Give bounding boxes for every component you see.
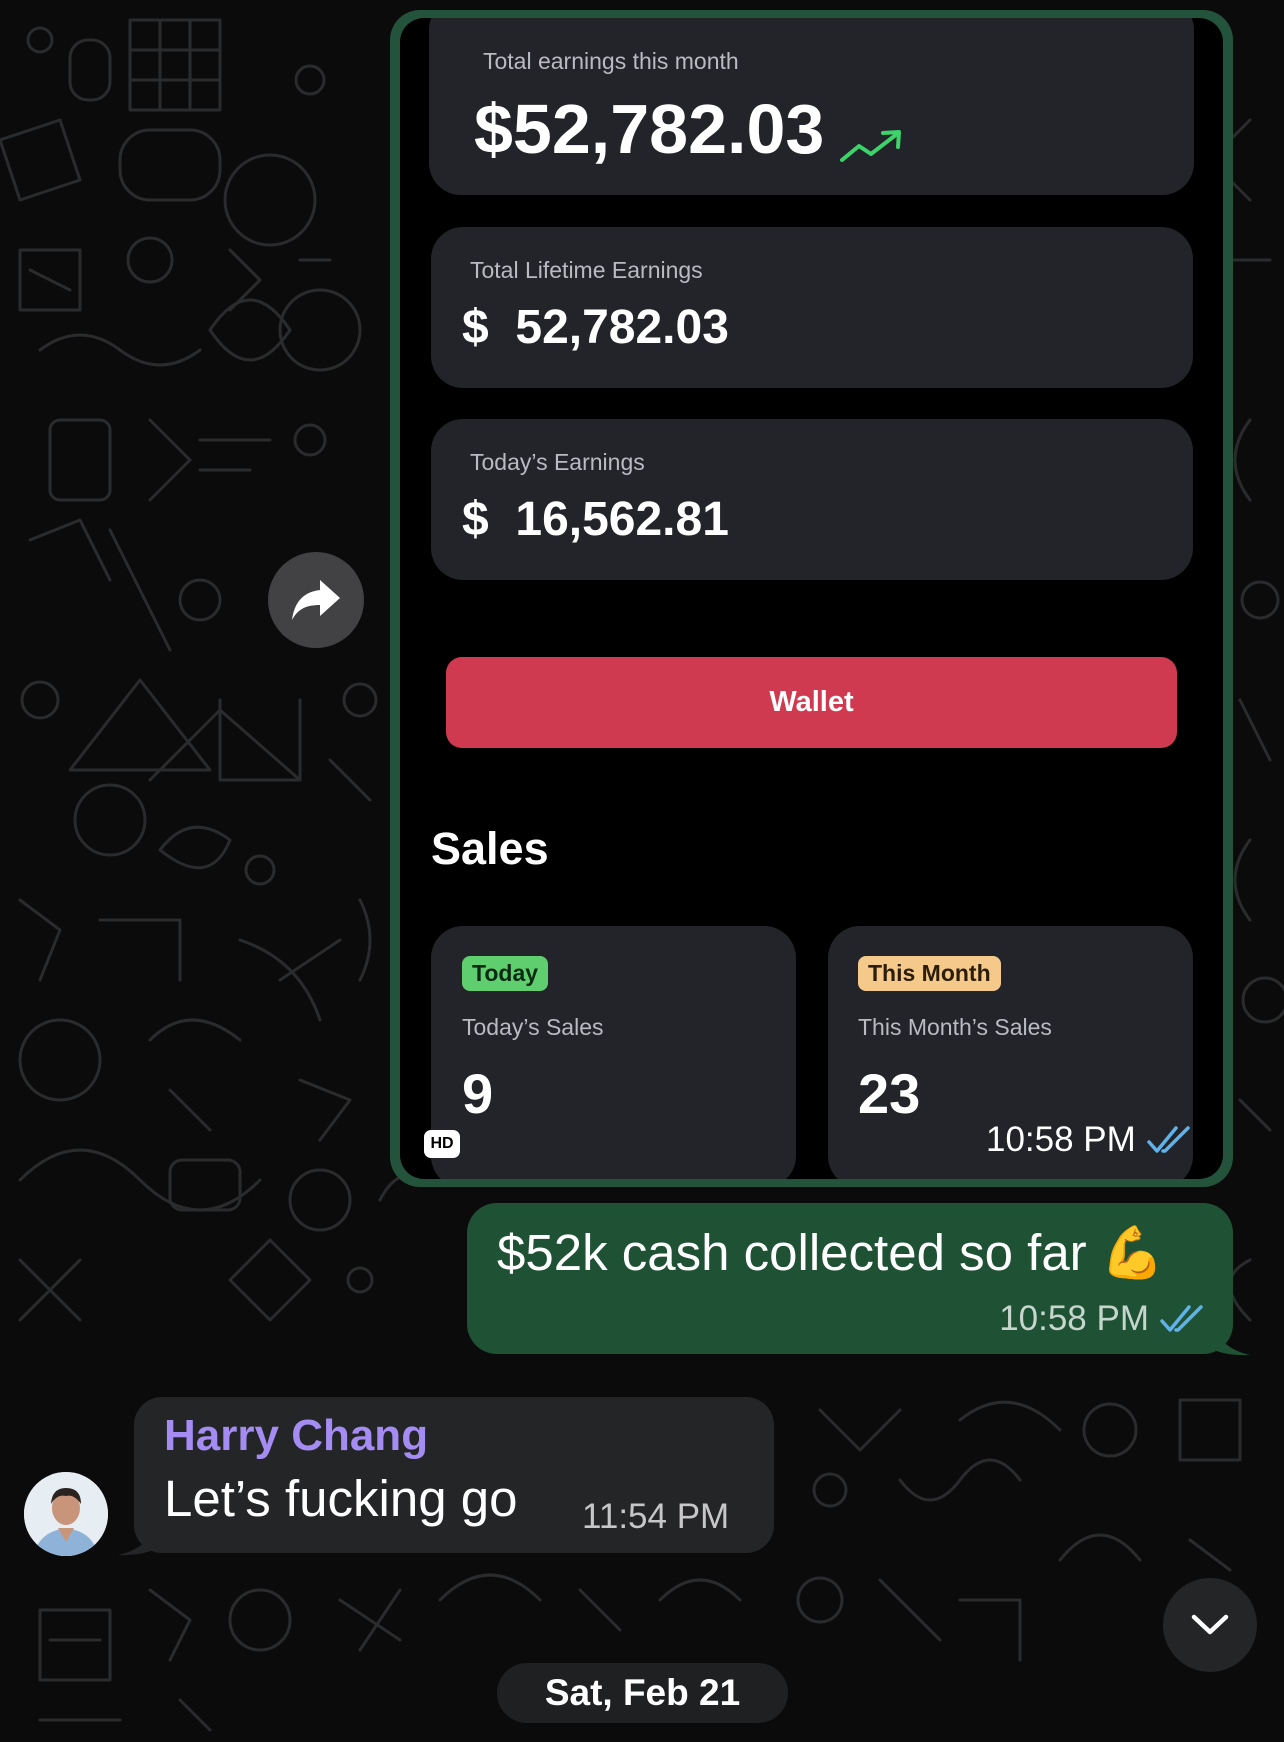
monthly-earnings-card: Total earnings this month $52,782.03 bbox=[429, 18, 1194, 195]
double-check-icon bbox=[1147, 1126, 1190, 1153]
sender-avatar[interactable] bbox=[24, 1472, 108, 1556]
screenshot-image[interactable]: Total earnings this month $52,782.03 Tot… bbox=[400, 18, 1223, 1179]
lifetime-earnings-value: $ 52,782.03 bbox=[462, 301, 729, 354]
incoming-message-text: Let’s fucking go bbox=[164, 1470, 518, 1527]
outgoing-bubble-tail bbox=[1210, 1318, 1250, 1356]
today-badge: Today bbox=[462, 956, 549, 991]
forward-button[interactable] bbox=[268, 552, 364, 648]
outgoing-message-bubble[interactable]: $52k cash collected so far 💪 10:58 PM bbox=[467, 1203, 1233, 1354]
todays-earnings-card: Today’s Earnings $ 16,562.81 bbox=[431, 419, 1193, 580]
this-month-badge: This Month bbox=[858, 956, 1001, 991]
lifetime-earnings-label: Total Lifetime Earnings bbox=[470, 257, 703, 283]
todays-sales-label: Today’s Sales bbox=[462, 1014, 604, 1040]
scroll-to-bottom-button[interactable] bbox=[1163, 1578, 1257, 1672]
image-message-meta: 10:58 PM bbox=[986, 1120, 1194, 1160]
todays-earnings-label: Today’s Earnings bbox=[470, 449, 645, 475]
outgoing-message-time: 10:58 PM bbox=[999, 1299, 1149, 1338]
sender-name[interactable]: Harry Chang bbox=[164, 1411, 428, 1461]
double-check-icon bbox=[1160, 1305, 1203, 1332]
monthly-earnings-value: $52,782.03 bbox=[474, 90, 825, 168]
outgoing-message-text: $52k cash collected so far 💪 bbox=[497, 1224, 1165, 1281]
lifetime-earnings-card: Total Lifetime Earnings $ 52,782.03 bbox=[431, 227, 1193, 388]
incoming-message-bubble[interactable]: Harry Chang Let’s fucking go 11:54 PM bbox=[134, 1397, 774, 1553]
wallet-button[interactable]: Wallet bbox=[446, 657, 1177, 748]
todays-sales-card: Today Today’s Sales 9 bbox=[431, 926, 796, 1179]
date-separator: Sat, Feb 21 bbox=[497, 1663, 788, 1723]
monthly-earnings-label: Total earnings this month bbox=[483, 48, 739, 74]
avatar-photo bbox=[24, 1472, 108, 1556]
monthly-sales-label: This Month’s Sales bbox=[858, 1014, 1052, 1040]
chevron-down-icon bbox=[1191, 1614, 1229, 1635]
trend-up-icon bbox=[840, 130, 901, 162]
outgoing-message-meta: 10:58 PM bbox=[999, 1299, 1207, 1339]
sales-heading: Sales bbox=[431, 823, 549, 874]
incoming-message-time: 11:54 PM bbox=[582, 1497, 730, 1536]
todays-earnings-value: $ 16,562.81 bbox=[462, 493, 729, 546]
todays-sales-value: 9 bbox=[462, 1062, 494, 1125]
monthly-sales-value: 23 bbox=[858, 1062, 921, 1125]
hd-badge: HD bbox=[424, 1130, 460, 1158]
forward-icon bbox=[292, 580, 340, 620]
image-message-time: 10:58 PM bbox=[986, 1120, 1136, 1159]
